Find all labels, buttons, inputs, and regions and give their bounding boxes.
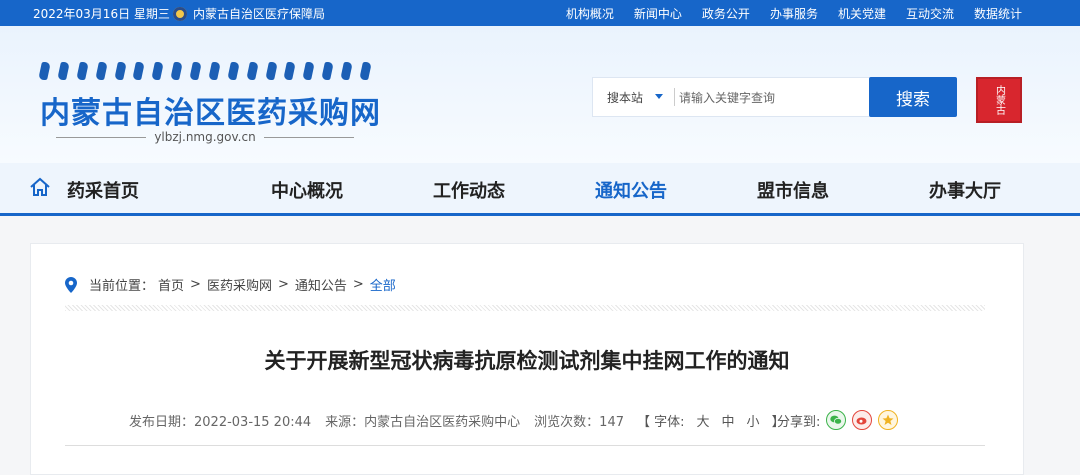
home-icon[interactable] <box>29 176 51 198</box>
meta-divider <box>65 445 985 446</box>
seal-logo: 内蒙古 <box>976 77 1022 123</box>
top-nav-party[interactable]: 机关党建 <box>838 5 886 22</box>
breadcrumb-separator: > <box>190 277 201 292</box>
top-nav-news[interactable]: 新闻中心 <box>634 5 682 22</box>
article-title: 关于开展新型冠状病毒抗原检测试剂集中挂网工作的通知 <box>264 349 790 373</box>
top-bar: 2022年03月16日 星期三 内蒙古自治区医疗保障局 机构概况 新闻中心 政务… <box>0 0 1080 26</box>
main-nav: 药采首页 中心概况 工作动态 通知公告 盟市信息 办事大厅 <box>0 163 1080 216</box>
article-card: 当前位置： 首页 > 医药采购网 > 通知公告 > 全部 关于开展新型冠状病毒抗… <box>30 243 1024 475</box>
bureau-link[interactable]: 内蒙古自治区医疗保障局 <box>173 5 325 22</box>
breadcrumb-notices[interactable]: 通知公告 <box>295 275 347 294</box>
publish-date: 发布日期：2022-03-15 20:44 <box>129 415 312 430</box>
breadcrumb-separator: > <box>277 277 289 292</box>
nav-center-overview[interactable]: 中心概况 <box>271 177 343 203</box>
search-box: 搜本站 <box>592 77 871 117</box>
nav-work-news[interactable]: 工作动态 <box>433 177 505 203</box>
font-size-small[interactable]: 小 <box>747 411 760 430</box>
dropdown-caret-icon[interactable] <box>655 94 663 99</box>
share-bar: 分享到: <box>777 410 899 430</box>
article-meta: 发布日期：2022-03-15 20:44 来源：内蒙古自治区医药采购中心 浏览… <box>129 411 624 430</box>
site-url: ylbzj.nmg.gov.cn <box>40 130 370 144</box>
breadcrumb-all[interactable]: 全部 <box>370 275 396 294</box>
search-scope-select[interactable]: 搜本站 <box>607 89 643 106</box>
site-header: 内蒙古自治区医药采购网 ylbzj.nmg.gov.cn 搜本站 搜索 内蒙古 <box>0 26 1080 163</box>
top-nav-org[interactable]: 机构概况 <box>566 5 614 22</box>
nav-notices[interactable]: 通知公告 <box>595 177 667 203</box>
site-url-text: ylbzj.nmg.gov.cn <box>154 130 256 144</box>
breadcrumb-procurement[interactable]: 医药采购网 <box>207 275 272 294</box>
breadcrumb-label: 当前位置： <box>89 279 155 294</box>
article-source: 来源：内蒙古自治区医药采购中心 <box>325 415 521 430</box>
nav-service-hall[interactable]: 办事大厅 <box>929 177 1001 203</box>
top-nav-statistics[interactable]: 数据统计 <box>974 5 1022 22</box>
search-divider <box>674 88 675 106</box>
nav-home[interactable]: 药采首页 <box>67 177 139 203</box>
qzone-icon[interactable] <box>878 410 899 430</box>
font-size-label: 【 字体: <box>637 415 685 430</box>
top-nav-gov-affairs[interactable]: 政务公开 <box>702 5 750 22</box>
wechat-icon[interactable] <box>826 410 847 430</box>
current-date: 2022年03月16日 星期三 <box>33 7 170 21</box>
national-emblem-icon <box>173 6 187 21</box>
top-nav-interaction[interactable]: 互动交流 <box>906 5 954 22</box>
nav-league-city-info[interactable]: 盟市信息 <box>757 177 829 203</box>
mongolian-script-logo <box>38 60 372 82</box>
top-nav: 机构概况 新闻中心 政务公开 办事服务 机关党建 互动交流 数据统计 <box>566 5 1022 22</box>
site-title[interactable]: 内蒙古自治区医药采购网 <box>40 88 381 132</box>
bureau-name: 内蒙古自治区医疗保障局 <box>193 7 326 21</box>
font-size-controls: 【 字体: 大 中 小 】 <box>637 411 785 430</box>
hatched-divider <box>65 305 985 311</box>
breadcrumb: 当前位置： 首页 > 医药采购网 > 通知公告 > 全部 <box>65 275 396 294</box>
location-pin-icon <box>65 276 77 293</box>
font-size-large[interactable]: 大 <box>697 411 710 430</box>
breadcrumb-home[interactable]: 首页 <box>158 275 184 294</box>
breadcrumb-separator: > <box>352 277 364 292</box>
weibo-icon[interactable] <box>852 410 873 430</box>
search-button[interactable]: 搜索 <box>869 77 957 117</box>
share-label: 分享到: <box>777 414 821 430</box>
view-count: 浏览次数：147 <box>534 415 624 430</box>
top-nav-services[interactable]: 办事服务 <box>770 5 818 22</box>
search-input[interactable] <box>677 86 861 110</box>
font-size-medium[interactable]: 中 <box>722 411 735 430</box>
